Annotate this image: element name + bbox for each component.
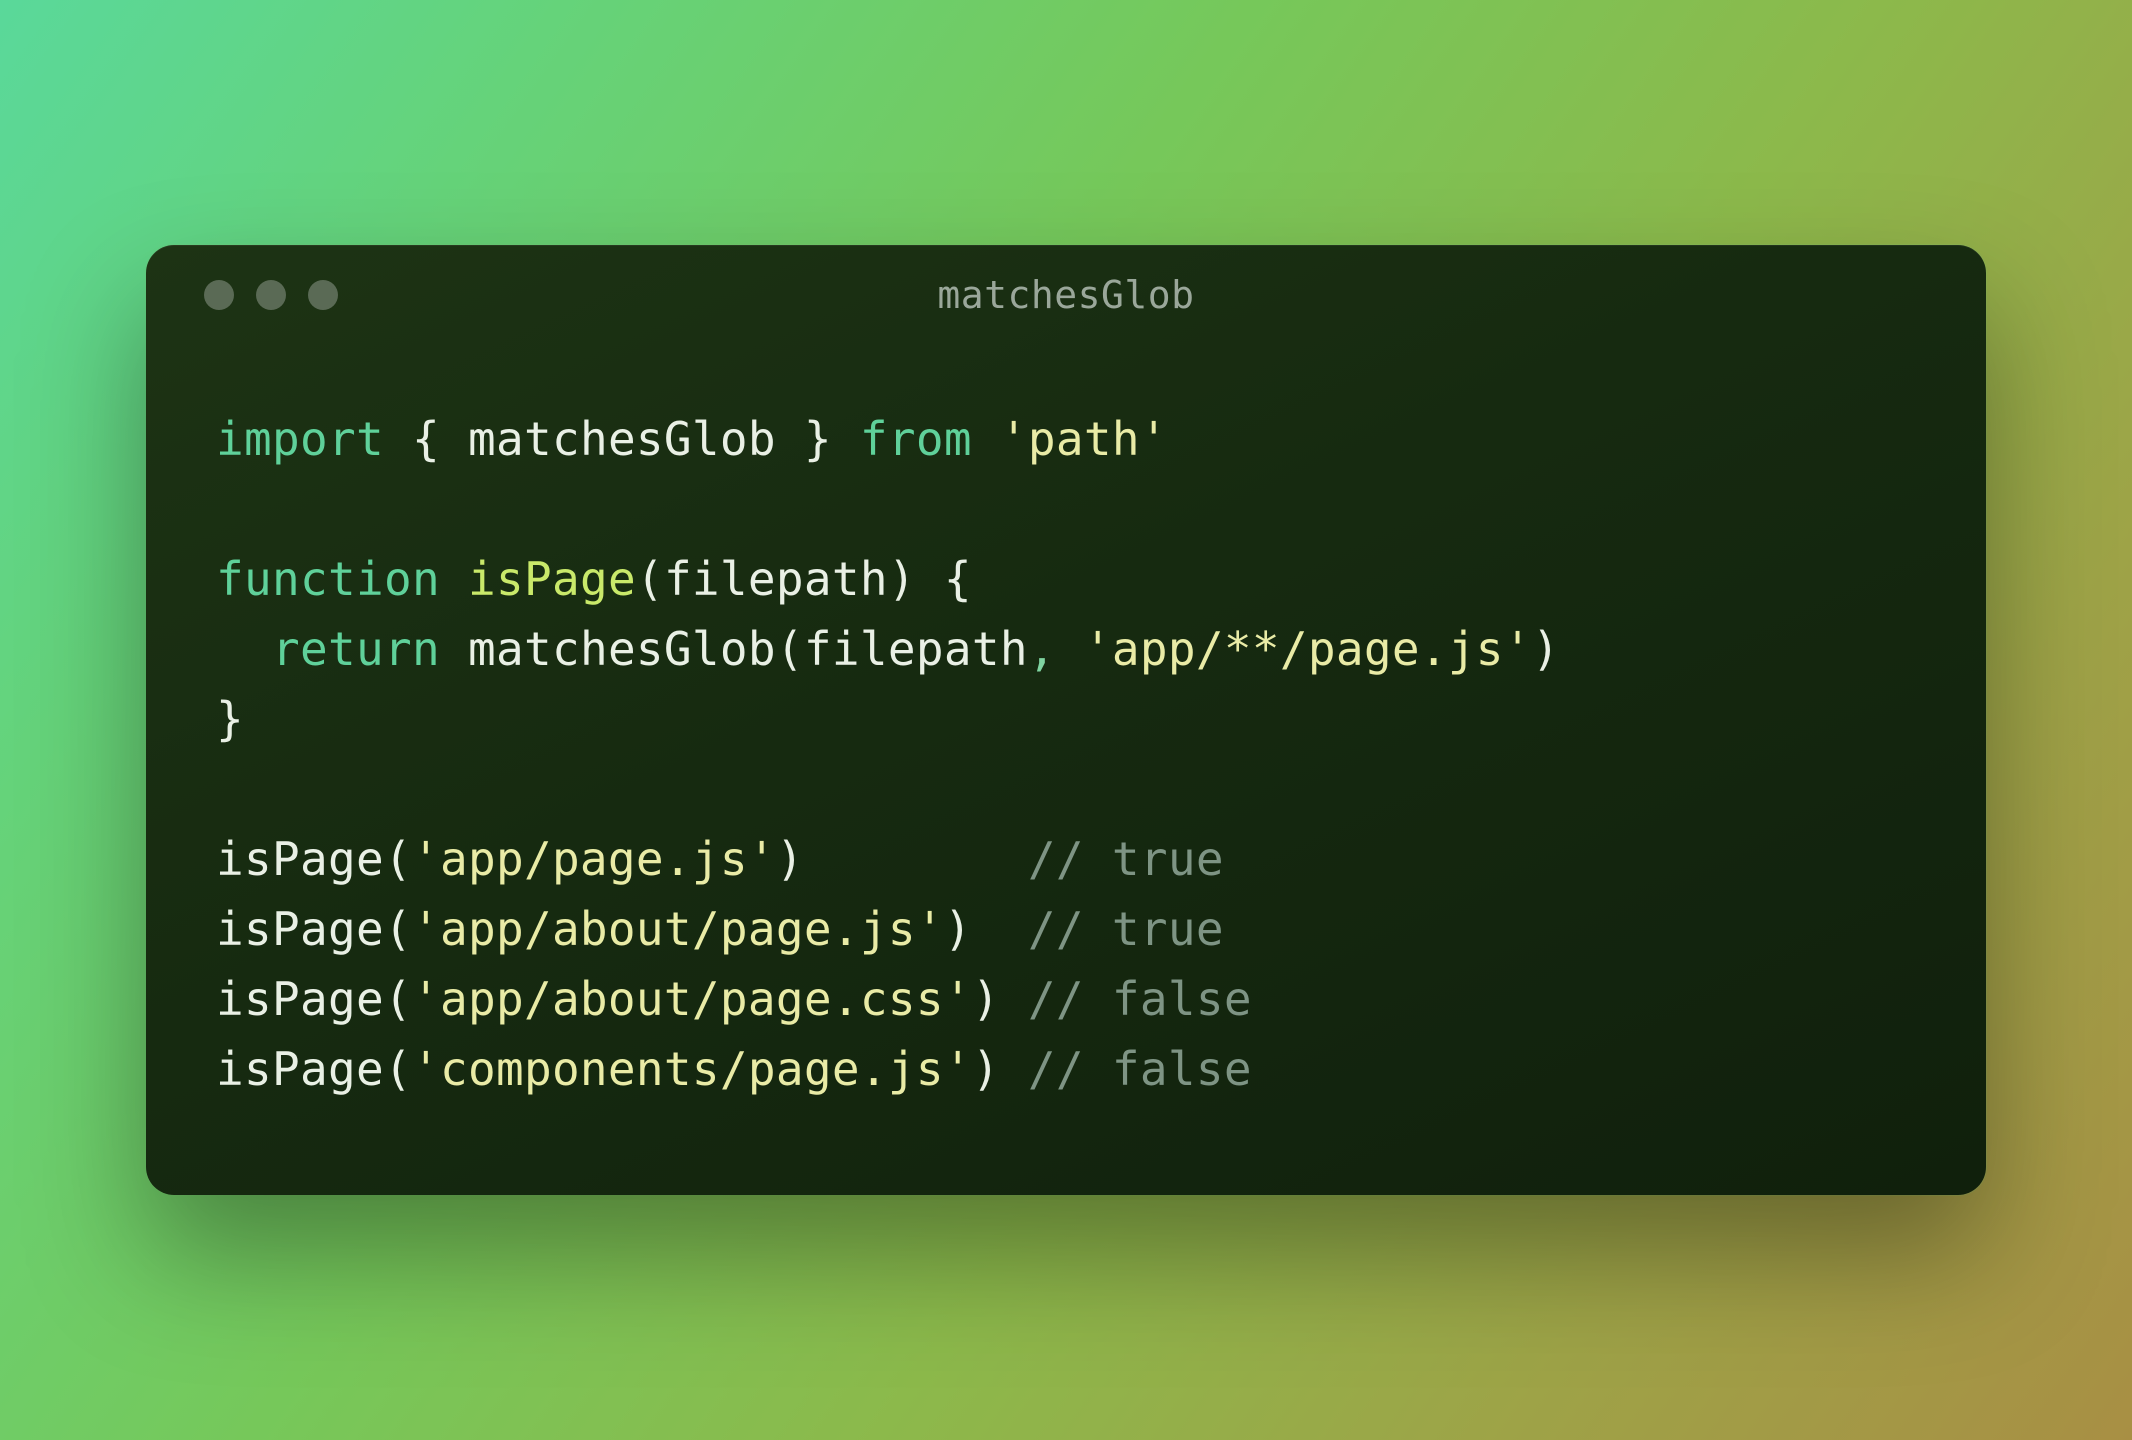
code-line xyxy=(216,475,1916,545)
zoom-icon[interactable] xyxy=(308,280,338,310)
function-call: isPage xyxy=(216,1042,384,1096)
identifier: matchesGlob xyxy=(468,412,776,466)
keyword: function xyxy=(216,552,440,606)
code-window: matchesGlob import { matchesGlob } from … xyxy=(146,245,1986,1194)
function-call: matchesGlob xyxy=(468,622,776,676)
function-call: isPage xyxy=(216,972,384,1026)
code-line: isPage('components/page.js') // false xyxy=(216,1035,1916,1105)
close-icon[interactable] xyxy=(204,280,234,310)
code-line: function isPage(filepath) { xyxy=(216,545,1916,615)
keyword: return xyxy=(272,622,440,676)
code-line: } xyxy=(216,685,1916,755)
identifier: filepath xyxy=(804,622,1028,676)
code-block: import { matchesGlob } from 'path' funct… xyxy=(146,345,1986,1194)
function-call: isPage xyxy=(216,832,384,886)
titlebar: matchesGlob xyxy=(146,245,1986,345)
parameter: filepath xyxy=(664,552,888,606)
comment: // true xyxy=(1028,902,1224,956)
string-literal: 'app/about/page.css' xyxy=(412,972,972,1026)
traffic-lights xyxy=(146,280,338,310)
comment: // false xyxy=(1028,972,1252,1026)
window-title: matchesGlob xyxy=(146,273,1986,317)
code-line: return matchesGlob(filepath, 'app/**/pag… xyxy=(216,615,1916,685)
string-literal: 'path' xyxy=(1000,412,1168,466)
function-call: isPage xyxy=(216,902,384,956)
code-line: isPage('app/about/page.js') // true xyxy=(216,895,1916,965)
string-literal: 'app/**/page.js' xyxy=(1084,622,1532,676)
code-line: isPage('app/about/page.css') // false xyxy=(216,965,1916,1035)
comment: // false xyxy=(1028,1042,1252,1096)
code-line: import { matchesGlob } from 'path' xyxy=(216,405,1916,475)
keyword: import xyxy=(216,412,384,466)
minimize-icon[interactable] xyxy=(256,280,286,310)
function-name: isPage xyxy=(468,552,636,606)
string-literal: 'app/page.js' xyxy=(412,832,776,886)
code-line xyxy=(216,755,1916,825)
comment: // true xyxy=(1028,832,1224,886)
string-literal: 'app/about/page.js' xyxy=(412,902,944,956)
keyword: from xyxy=(860,412,972,466)
code-line: isPage('app/page.js') // true xyxy=(216,825,1916,895)
string-literal: 'components/page.js' xyxy=(412,1042,972,1096)
